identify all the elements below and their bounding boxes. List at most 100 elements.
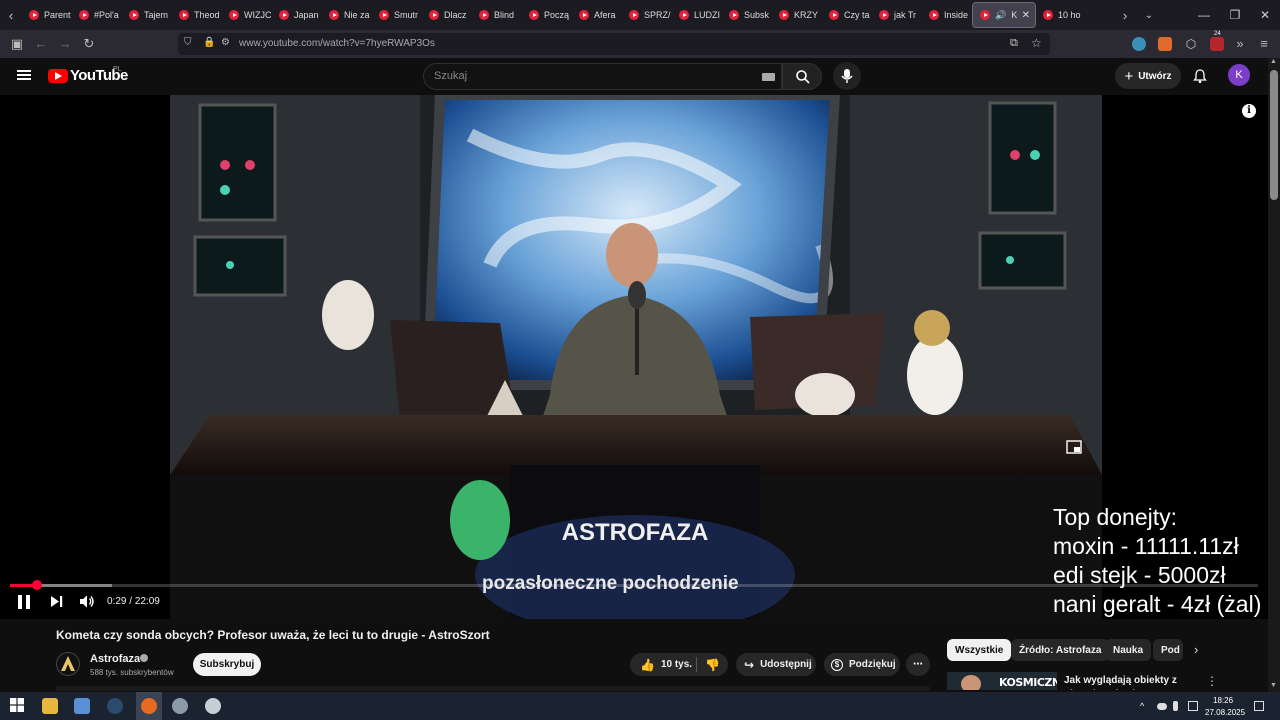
restore-icon[interactable]: ❐ [1218, 0, 1252, 30]
keyboard-icon[interactable] [762, 73, 775, 81]
tab[interactable]: #Pol'a [72, 2, 122, 28]
tab-active[interactable]: 🔊 Kor ✕ [972, 2, 1036, 28]
tray-microphone-icon[interactable] [1173, 701, 1178, 711]
progress-bar[interactable] [10, 580, 1258, 590]
tab[interactable]: Theod [172, 2, 222, 28]
bookmark-star-icon[interactable]: ☆ [1031, 36, 1042, 50]
like-button[interactable]: 👍 10 tys. [630, 658, 696, 672]
scroll-up-icon[interactable]: ▲ [1270, 58, 1277, 65]
speaker-playing-icon[interactable]: 🔊 [995, 10, 1006, 21]
tab[interactable]: Afera [572, 2, 622, 28]
youtube-favicon-icon [879, 10, 889, 20]
taskbar-time[interactable]: 18:26 [1213, 696, 1233, 705]
steam-icon[interactable] [107, 698, 123, 714]
extension-shield-icon[interactable]: 24 [1210, 31, 1224, 51]
chip-source-astrofaza[interactable]: Źródło: Astrofaza [1011, 639, 1110, 661]
back-icon[interactable]: ← [33, 36, 49, 52]
channel-name[interactable]: Astrofaza [90, 653, 140, 665]
extension-fox-icon[interactable] [1158, 37, 1172, 51]
tab[interactable]: Dlacz [422, 2, 472, 28]
tray-network-icon[interactable] [1188, 701, 1198, 711]
tab[interactable]: jak Tr [872, 2, 922, 28]
notifications-icon[interactable] [1254, 701, 1264, 711]
chip-all[interactable]: Wszystkie [947, 639, 1012, 661]
tray-cloud-icon[interactable] [1157, 703, 1167, 710]
subscribe-button[interactable]: Subskrybuj [193, 653, 261, 676]
tab-list-chevron-down-icon[interactable]: ⌄ [1138, 0, 1160, 30]
volume-icon[interactable] [79, 594, 95, 609]
settings-app-icon[interactable] [205, 698, 221, 714]
sidebar-toggle-icon[interactable]: ▣ [9, 36, 25, 52]
chip-science[interactable]: Nauka [1105, 639, 1152, 661]
search-button[interactable] [782, 63, 822, 90]
tab[interactable]: Tajem [122, 2, 172, 28]
extension-globe-icon[interactable] [1132, 37, 1146, 51]
tab[interactable]: SPRZ/ [622, 2, 672, 28]
file-explorer-icon[interactable] [42, 698, 58, 714]
more-actions-button[interactable]: ⋯ [906, 653, 930, 676]
permissions-icon[interactable]: ⚙ [221, 37, 230, 48]
video-player[interactable]: ASTROFAZA i pozasłoneczne pochodzenie To… [0, 95, 1268, 619]
page-scrollbar[interactable]: ▲ ▼ [1268, 58, 1280, 692]
tab-close-icon[interactable]: ✕ [1022, 10, 1035, 21]
tab[interactable]: KRZY [772, 2, 822, 28]
info-icon[interactable]: i [1242, 104, 1256, 118]
tab[interactable]: Począ [522, 2, 572, 28]
recommended-video-title[interactable]: Jak wyglądają obiekty z obcych gwiazd? [1064, 674, 1204, 690]
dislike-button[interactable]: 👎 [697, 658, 720, 672]
shield-icon[interactable]: ⛉ [184, 37, 192, 48]
close-window-icon[interactable]: ✕ [1248, 0, 1280, 30]
chips-next-chevron-icon[interactable]: › [1194, 642, 1198, 657]
channel-avatar[interactable] [56, 652, 80, 676]
firefox-icon[interactable] [141, 698, 157, 714]
create-button[interactable]: + Utwórz [1115, 63, 1181, 89]
app-window-icon[interactable] [74, 698, 90, 714]
address-bar[interactable]: ⛉ 🔒 ⚙ www.youtube.com/watch?v=7hyeRWAP3O… [178, 33, 1050, 55]
tab[interactable]: 10 ho [1036, 2, 1086, 28]
youtube-logo-icon[interactable] [48, 69, 68, 83]
tab[interactable]: WIZJC [222, 2, 272, 28]
pause-icon[interactable] [18, 595, 30, 609]
overflow-chevrons-icon[interactable]: » [1232, 36, 1248, 52]
tab[interactable]: Japan [272, 2, 322, 28]
recommended-video-thumbnail[interactable]: KOSMICZNI [947, 672, 1057, 690]
next-video-icon[interactable] [50, 595, 63, 608]
scrollbar-thumb[interactable] [1270, 70, 1278, 200]
tray-overflow-chevron-icon[interactable]: ^ [1140, 701, 1150, 711]
voice-search-button[interactable] [833, 62, 861, 90]
chip-partial[interactable]: Pod [1153, 639, 1183, 661]
lock-icon[interactable]: 🔒 [203, 37, 215, 48]
taskbar-date[interactable]: 27.08.2025 [1205, 708, 1245, 717]
miniplayer-icon[interactable] [1066, 440, 1082, 454]
tab[interactable]: Blind [472, 2, 522, 28]
tab[interactable]: Inside [922, 2, 972, 28]
app-menu-icon[interactable]: ≡ [1256, 36, 1272, 52]
minimize-icon[interactable]: — [1187, 0, 1221, 30]
tab[interactable]: Nie za [322, 2, 372, 28]
share-button[interactable]: ↪ Udostępnij [736, 653, 816, 676]
picture-in-picture-icon[interactable]: ⧉ [1010, 37, 1018, 50]
tab[interactable]: Subsk [722, 2, 772, 28]
tab[interactable]: LUDZI [672, 2, 722, 28]
recommended-more-vertical-icon[interactable]: ⋮ [1206, 674, 1218, 688]
scroll-down-icon[interactable]: ▼ [1270, 682, 1277, 689]
tab[interactable]: Czy ta [822, 2, 872, 28]
forward-icon[interactable]: → [57, 36, 73, 52]
windows-start-icon[interactable] [10, 698, 26, 714]
tab[interactable]: Smutr [372, 2, 422, 28]
search-box[interactable]: Szukaj [423, 63, 782, 90]
progress-scrubber-handle[interactable] [32, 580, 43, 590]
tab[interactable]: Parent [22, 2, 72, 28]
search-input[interactable]: Szukaj [434, 70, 467, 82]
reload-icon[interactable]: ↻ [81, 36, 97, 52]
extensions-puzzle-icon[interactable]: ⬡ [1184, 37, 1198, 51]
thanks-button[interactable]: $ Podziękuj [824, 653, 900, 676]
url-text[interactable]: www.youtube.com/watch?v=7hyeRWAP3Os [239, 38, 435, 49]
game-app-icon[interactable] [172, 698, 188, 714]
tabs-scroll-left-icon[interactable]: ‹ [0, 0, 22, 30]
video-frame[interactable]: ASTROFAZA [170, 95, 1102, 619]
notifications-bell-icon[interactable] [1192, 68, 1208, 84]
account-avatar[interactable]: K [1228, 64, 1250, 86]
hamburger-menu-icon[interactable] [17, 70, 31, 80]
tabs-scroll-right-icon[interactable]: › [1114, 0, 1136, 30]
